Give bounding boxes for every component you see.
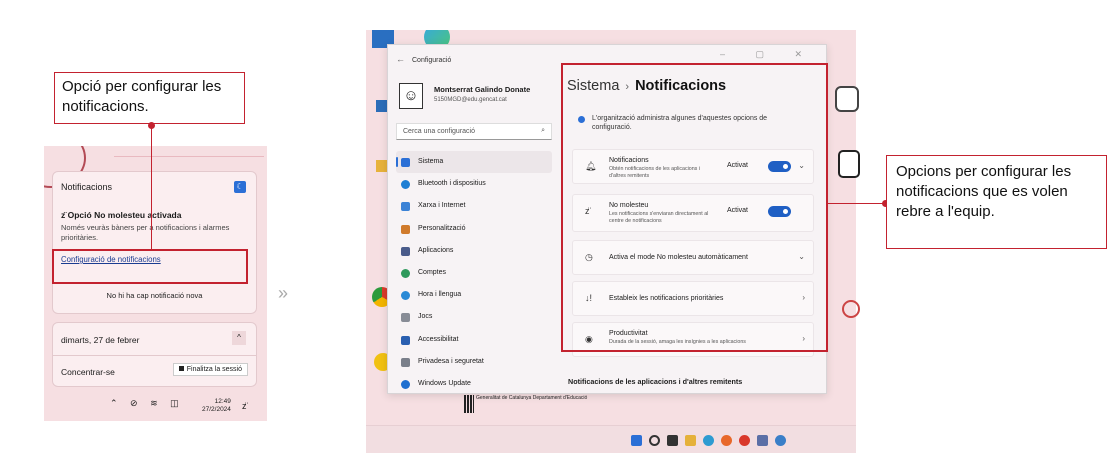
chrome-icon[interactable] <box>739 435 750 446</box>
firefox-icon[interactable] <box>721 435 732 446</box>
search-icon: ⌕ <box>541 127 545 134</box>
update-icon <box>401 379 410 389</box>
decorative-icon <box>838 150 860 178</box>
nav-item-windows-update[interactable]: Windows Update <box>396 373 552 395</box>
back-arrow-icon[interactable]: ← <box>396 54 405 64</box>
dnd-status: ᴢ̈ Opció No molesteu activada <box>61 210 182 220</box>
nav-item-sistema[interactable]: Sistema <box>396 151 552 174</box>
brush-icon <box>401 224 410 234</box>
callout-right: Opcions per configurar les notificacions… <box>886 155 1107 249</box>
gamepad-icon <box>401 313 410 323</box>
notification-bell-icon[interactable]: ᴢ̈ <box>242 401 247 411</box>
no-notifications-text: No hi ha cap notificació nova <box>106 291 203 300</box>
nav-item-time-language[interactable]: Hora i llengua <box>396 284 552 306</box>
gencat-logo: Generalitat de Catalunya Departament d'E… <box>463 395 588 413</box>
clock[interactable]: 12:49 27/2/2024 <box>202 398 231 414</box>
app-icon[interactable] <box>757 435 768 446</box>
dnd-toggle-icon[interactable]: ☾ <box>234 181 246 193</box>
nav-item-apps[interactable]: Aplicacions <box>396 240 552 262</box>
settings-highlight <box>561 63 828 352</box>
system-tray-icons[interactable]: ⌃ ⊘ ≋ ◫ <box>110 398 184 409</box>
calendar-card: dimarts, 27 de febrer ^ Concentrar-se Fi… <box>52 322 257 387</box>
accessibility-icon <box>401 335 410 345</box>
decorative-icon <box>842 300 860 318</box>
callout-leader-line <box>828 203 886 204</box>
nav-item-personalization[interactable]: Personalització <box>396 218 552 240</box>
globe-clock-icon <box>401 291 410 301</box>
decorative-icon <box>835 86 859 112</box>
search-icon[interactable] <box>649 435 660 446</box>
chevron-up-icon[interactable]: ^ <box>232 331 246 345</box>
start-icon[interactable] <box>631 435 642 446</box>
avatar[interactable]: ☺ <box>399 83 423 109</box>
focus-label: Concentrar-se <box>61 367 115 377</box>
nav-item-accessibility[interactable]: Accessibilitat <box>396 329 552 351</box>
nav-item-accounts[interactable]: Comptes <box>396 262 552 284</box>
window-controls[interactable]: – ▢ ✕ <box>720 49 816 60</box>
edge-icon[interactable] <box>703 435 714 446</box>
nav-item-network[interactable]: Xarxa i Internet <box>396 195 552 217</box>
divider <box>53 355 256 356</box>
dnd-description: Només veuràs bàners per a notificacions … <box>61 223 230 242</box>
user-email: 5150MGD@edu.gencat.cat <box>434 97 507 103</box>
double-chevron-icon: » <box>278 283 288 303</box>
nav-item-bluetooth[interactable]: Bluetooth i dispositius <box>396 173 552 195</box>
account-icon <box>401 268 410 278</box>
window-title: Configuració <box>412 57 452 64</box>
network-icon <box>401 202 410 212</box>
divider <box>114 156 264 157</box>
callout-leader-line <box>151 125 152 249</box>
apps-icon <box>401 246 410 256</box>
user-name: Montserrat Galindo Donate <box>434 85 531 94</box>
nav-item-gaming[interactable]: Jocs <box>396 306 552 328</box>
settings-nav: Sistema Bluetooth i dispositius Xarxa i … <box>396 151 552 395</box>
shield-icon <box>401 357 410 367</box>
bluetooth-icon <box>401 180 410 190</box>
settings-link-highlight <box>52 249 248 284</box>
task-view-icon[interactable] <box>667 435 678 446</box>
notifications-title: Notificacions <box>61 182 113 192</box>
section-heading: Notificacions de les aplicacions i d'alt… <box>568 377 743 386</box>
system-icon <box>401 158 410 167</box>
file-explorer-icon[interactable] <box>685 435 696 446</box>
settings-gear-icon[interactable] <box>775 435 786 446</box>
callout-dot <box>148 122 155 129</box>
calendar-date: dimarts, 27 de febrer <box>61 335 140 345</box>
search-input[interactable]: Cerca una configuració ⌕ <box>396 123 552 140</box>
taskbar <box>366 425 856 453</box>
callout-left: Opció per configurar les notificacions. <box>54 72 245 124</box>
end-session-button[interactable]: Finalitza la sessió <box>172 363 248 376</box>
notification-center-card: Notificacions ☾ ᴢ̈ Opció No molesteu act… <box>52 171 257 314</box>
bell-z-icon: ᴢ̈ <box>61 210 68 220</box>
nav-item-privacy[interactable]: Privadesa i seguretat <box>396 351 552 373</box>
